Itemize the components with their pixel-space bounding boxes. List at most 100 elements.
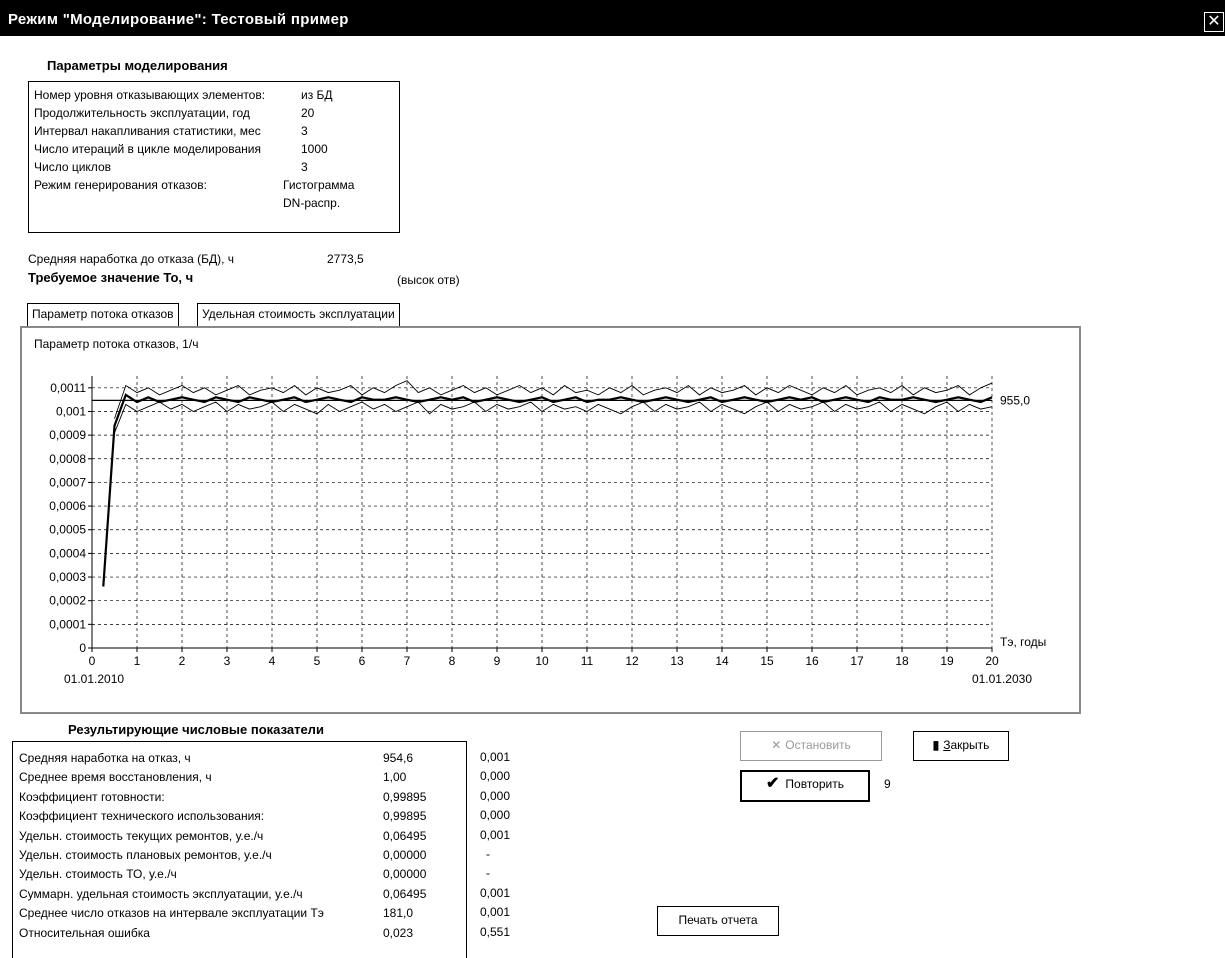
chart-title: Параметр потока отказов, 1/ч (34, 337, 198, 351)
door-icon: ▮ (932, 738, 940, 752)
stop-button[interactable]: ✕ Остановить (740, 731, 882, 761)
result-error: - (486, 866, 490, 881)
result-value: 0,99895 (383, 809, 427, 824)
result-value: 0,06495 (383, 886, 427, 901)
print-report-label: Печать отчета (678, 913, 758, 927)
y-tick-label: 0,0011 (50, 381, 86, 395)
print-report-button[interactable]: Печать отчета (657, 906, 779, 936)
x-tick-label: 7 (404, 654, 411, 668)
y-tick-label: 0,0001 (49, 617, 86, 631)
x-tick-label: 18 (895, 654, 909, 668)
window-title: Режим "Моделирование": Тестовый пример (8, 11, 349, 28)
params-title: Параметры моделирования (47, 58, 228, 73)
result-error: 0,551 (480, 924, 511, 939)
chart-frame: Параметр потока отказов, 1/ч 0 0,0001 0,000… (20, 326, 1081, 714)
result-value: 0,06495 (383, 828, 427, 843)
result-label: Удельн. стоимость ТО, у.е./ч (19, 867, 177, 882)
x-tick-label: 1 (134, 654, 141, 668)
x-tick-label: 13 (670, 654, 684, 668)
x-tick-label: 2 (179, 654, 186, 668)
y-tick-label: 0 (79, 641, 86, 655)
y-tick-label: 0,001 (56, 404, 86, 418)
stop-icon: ✕ (771, 738, 782, 752)
checkmark-icon: ✔ (766, 775, 780, 792)
tab-failure-flow-label: Параметр потока отказов (32, 307, 174, 321)
param-value: DN-распр. (283, 196, 341, 210)
x-tick-label: 10 (535, 654, 549, 668)
tab-unit-cost[interactable]: Удельная стоимость эксплуатации (197, 303, 400, 326)
result-value: 181,0 (383, 906, 414, 921)
param-label: Продолжительность эксплуатации, год (34, 106, 250, 120)
tab-unit-cost-label: Удельная стоимость эксплуатации (202, 307, 395, 321)
results-title: Результирующие числовые показатели (68, 722, 324, 737)
result-error: 0,001 (480, 827, 511, 842)
x-tick-label: 20 (985, 654, 999, 668)
result-error: 0,000 (480, 788, 511, 803)
param-label: Интервал накапливания статистики, мес (34, 124, 261, 138)
x-tick-label: 5 (314, 654, 321, 668)
result-error: 0,000 (480, 808, 511, 823)
x-tick-label: 8 (449, 654, 456, 668)
x-tick-label: 16 (805, 654, 819, 668)
x-tick-label: 0 (89, 654, 96, 668)
results-box: Средняя наработка на отказ, ч 954,6 Средне… (12, 741, 467, 958)
result-value: 0,00000 (383, 867, 427, 882)
result-label: Удельн. стоимость текущих ремонтов, у.е.… (19, 828, 264, 843)
result-value: 1,00 (383, 770, 407, 785)
result-error: 0,000 (480, 769, 511, 784)
y-tick-label: 0,0003 (49, 570, 86, 584)
result-error: - (486, 847, 490, 861)
x-tick-label: 4 (269, 654, 276, 668)
result-label: Средняя наработка на отказ, ч (19, 751, 191, 765)
x-tick-label: 9 (494, 654, 501, 668)
x-axis-label: Тэ, годы (1000, 635, 1046, 649)
y-tick-label: 0,0005 (49, 523, 86, 537)
result-label: Относительная ошибка (19, 925, 150, 940)
close-window-button[interactable]: ✕ (1204, 12, 1224, 32)
x-tick-label: 15 (760, 654, 774, 668)
result-label: Коэффициент готовности: (19, 789, 165, 804)
result-error: 0,001 (480, 905, 511, 920)
start-date-label: 01.01.2010 (64, 672, 124, 686)
title-bar: Режим "Моделирование": Тестовый пример ✕ (0, 0, 1225, 36)
reference-label: 955,0 (1000, 393, 1030, 407)
close-icon: ✕ (1207, 13, 1221, 30)
params-box: Номер уровня отказывающих элементов: из Б… (28, 81, 400, 233)
result-value: 0,023 (383, 925, 414, 940)
x-tick-label: 19 (940, 654, 954, 668)
result-label: Среднее время восстановления, ч (19, 770, 212, 785)
param-value: из БД (301, 88, 333, 102)
result-error: 0,001 (480, 885, 511, 900)
repeat-button-label: Повторить (785, 777, 844, 791)
param-value: 1000 (301, 142, 328, 156)
results-err-column: 0,001 0,000 0,000 0,000 0,001 - - 0,001 0,001 0,5… (466, 741, 526, 957)
y-tick-label: 0,0007 (49, 475, 86, 489)
param-value: 20 (301, 106, 315, 120)
result-error: 0,001 (480, 750, 511, 764)
x-tick-label: 3 (224, 654, 231, 668)
close-button[interactable]: ▮ Закрыть (913, 731, 1009, 761)
required-label: Требуемое значение То, ч (28, 270, 194, 285)
param-label: Число циклов (34, 160, 111, 174)
tab-failure-flow[interactable]: Параметр потока отказов (27, 303, 179, 328)
end-date-label: 01.01.2030 (972, 672, 1032, 686)
result-label: Удельн. стоимость плановых ремонтов, у.е… (19, 848, 272, 862)
x-tick-label: 6 (359, 654, 366, 668)
y-tick-label: 0,0006 (49, 499, 86, 513)
y-tick-label: 0,0004 (49, 546, 86, 560)
y-tick-label: 0,0008 (49, 452, 86, 466)
series-line-lower (114, 401, 993, 433)
y-tick-label: 0,0002 (49, 594, 86, 608)
x-tick-label: 12 (625, 654, 639, 668)
param-value: 3 (301, 160, 308, 174)
close-button-label: акрыть (950, 738, 990, 752)
result-label: Суммарн. удельная стоимость эксплуатации… (19, 886, 303, 901)
mtbf-db-value: 2773,5 (327, 252, 364, 266)
stop-button-label: Остановить (785, 738, 851, 752)
param-value: 3 (301, 124, 308, 138)
param-label: Число итераций в цикле моделирования (34, 142, 261, 156)
result-label: Среднее число отказов на интервале экспл… (19, 906, 324, 921)
param-label: Номер уровня отказывающих элементов: (34, 88, 266, 102)
result-value: 954,6 (383, 751, 414, 765)
repeat-button[interactable]: ✔ Повторить (740, 770, 870, 802)
